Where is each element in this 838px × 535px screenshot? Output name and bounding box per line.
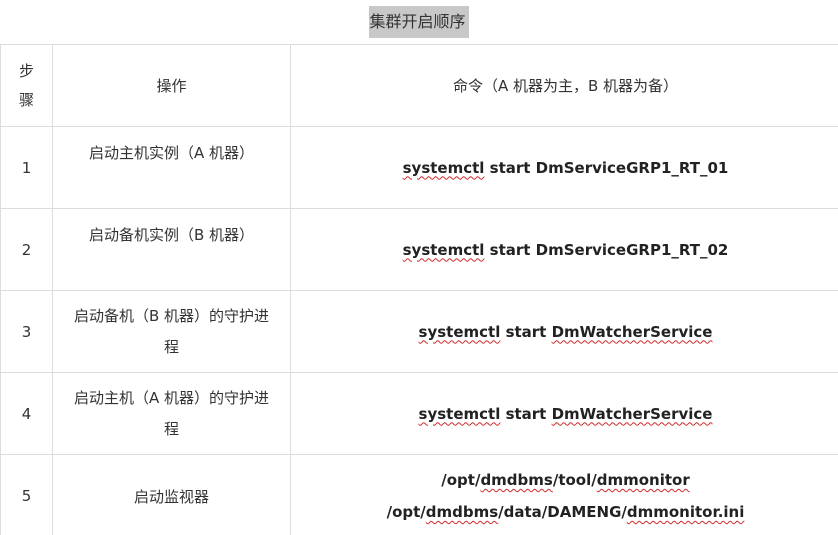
operation-cell: 启动主机实例（A 机器） (52, 126, 291, 209)
command-word-2: DmWatcherService (551, 322, 713, 341)
header-command: 命令（A 机器为主，B 机器为备） (452, 77, 679, 95)
command-cell: systemctl start DmServiceGRP1_RT_01 (290, 126, 838, 209)
table-caption: 集群开启顺序 (0, 0, 838, 44)
table-row: 4 启动主机（A 机器）的守护进程 systemctl start DmWatc… (0, 372, 838, 455)
step-cell: 5 (0, 454, 53, 535)
command-word: systemctl (402, 158, 485, 177)
header-step: 步骤 (18, 61, 34, 109)
header-step-cell: 步骤 (0, 44, 53, 127)
table-header-row: 步骤 操作 命令（A 机器为主，B 机器为备） (0, 44, 838, 127)
command-word: systemctl (402, 240, 485, 259)
command-text: systemctl start DmServiceGRP1_RT_02 (403, 241, 729, 259)
step-number: 5 (21, 487, 32, 505)
table-row: 3 启动备机（B 机器）的守护进程 systemctl start DmWatc… (0, 290, 838, 373)
header-operation-cell: 操作 (52, 44, 291, 127)
step-cell: 2 (0, 208, 53, 291)
operation-text: 启动主机（A 机器）的守护进程 (73, 388, 270, 438)
table-row: 5 启动监视器 /opt/dmdbms/tool/dmmonitor /opt/… (0, 454, 838, 535)
path-part-flagged: dmmonitor (596, 471, 690, 489)
path-part: /opt/ (441, 471, 481, 489)
table-row: 2 启动备机实例（B 机器） systemctl start DmService… (0, 208, 838, 291)
command-text: systemctl start DmServiceGRP1_RT_01 (403, 159, 729, 177)
operation-cell: 启动监视器 (52, 454, 291, 535)
command-mid: start (500, 404, 552, 423)
command-rest: start DmServiceGRP1_RT_02 (484, 240, 729, 259)
header-operation: 操作 (156, 77, 187, 95)
command-cell: systemctl start DmServiceGRP1_RT_02 (290, 208, 838, 291)
command-cell: systemctl start DmWatcherService (290, 372, 838, 455)
path-part-flagged: dmdbms (425, 503, 499, 521)
command-word: systemctl (418, 404, 501, 423)
path-part-flagged: dmdbms (480, 471, 553, 489)
step-number: 3 (21, 322, 32, 341)
cluster-startup-table: 步骤 操作 命令（A 机器为主，B 机器为备） 1 启动主机实例（A 机器） s… (0, 44, 838, 535)
path-part: /data/DAMENG/ (498, 503, 627, 521)
operation-text: 启动备机实例（B 机器） (88, 226, 255, 244)
command-word: systemctl (418, 322, 501, 341)
caption-text: 集群开启顺序 (369, 6, 469, 38)
operation-cell: 启动备机（B 机器）的守护进程 (52, 290, 291, 373)
path-part-flagged: dmmonitor.ini (626, 503, 745, 521)
step-number: 1 (21, 158, 32, 177)
operation-cell: 启动备机实例（B 机器） (52, 208, 291, 291)
operation-text: 启动备机（B 机器）的守护进程 (73, 306, 270, 356)
command-cell: /opt/dmdbms/tool/dmmonitor /opt/dmdbms/d… (290, 454, 838, 535)
operation-cell: 启动主机（A 机器）的守护进程 (52, 372, 291, 455)
command-cell: systemctl start DmWatcherService (290, 290, 838, 373)
command-line-2: /opt/dmdbms/data/DAMENG/dmmonitor.ini (291, 496, 838, 528)
document-page: 集群开启顺序 步骤 操作 命令（A 机器为主，B 机器为备） 1 启动主机实例（… (0, 0, 838, 535)
operation-text: 启动监视器 (133, 487, 209, 506)
path-part: /tool/ (552, 471, 597, 489)
command-mid: start (500, 322, 552, 341)
command-word-2: DmWatcherService (551, 404, 713, 423)
command-text: systemctl start DmWatcherService (419, 323, 713, 341)
command-rest: start DmServiceGRP1_RT_01 (484, 158, 729, 177)
step-number: 2 (21, 240, 32, 259)
header-command-cell: 命令（A 机器为主，B 机器为备） (290, 44, 838, 127)
command-text: systemctl start DmWatcherService (419, 405, 713, 423)
step-cell: 4 (0, 372, 53, 455)
operation-text: 启动主机实例（A 机器） (88, 144, 255, 162)
table-row: 1 启动主机实例（A 机器） systemctl start DmService… (0, 126, 838, 209)
step-cell: 3 (0, 290, 53, 373)
path-part: /opt/ (386, 503, 426, 521)
step-cell: 1 (0, 126, 53, 209)
command-line-1: /opt/dmdbms/tool/dmmonitor (291, 464, 838, 496)
step-number: 4 (21, 404, 32, 423)
